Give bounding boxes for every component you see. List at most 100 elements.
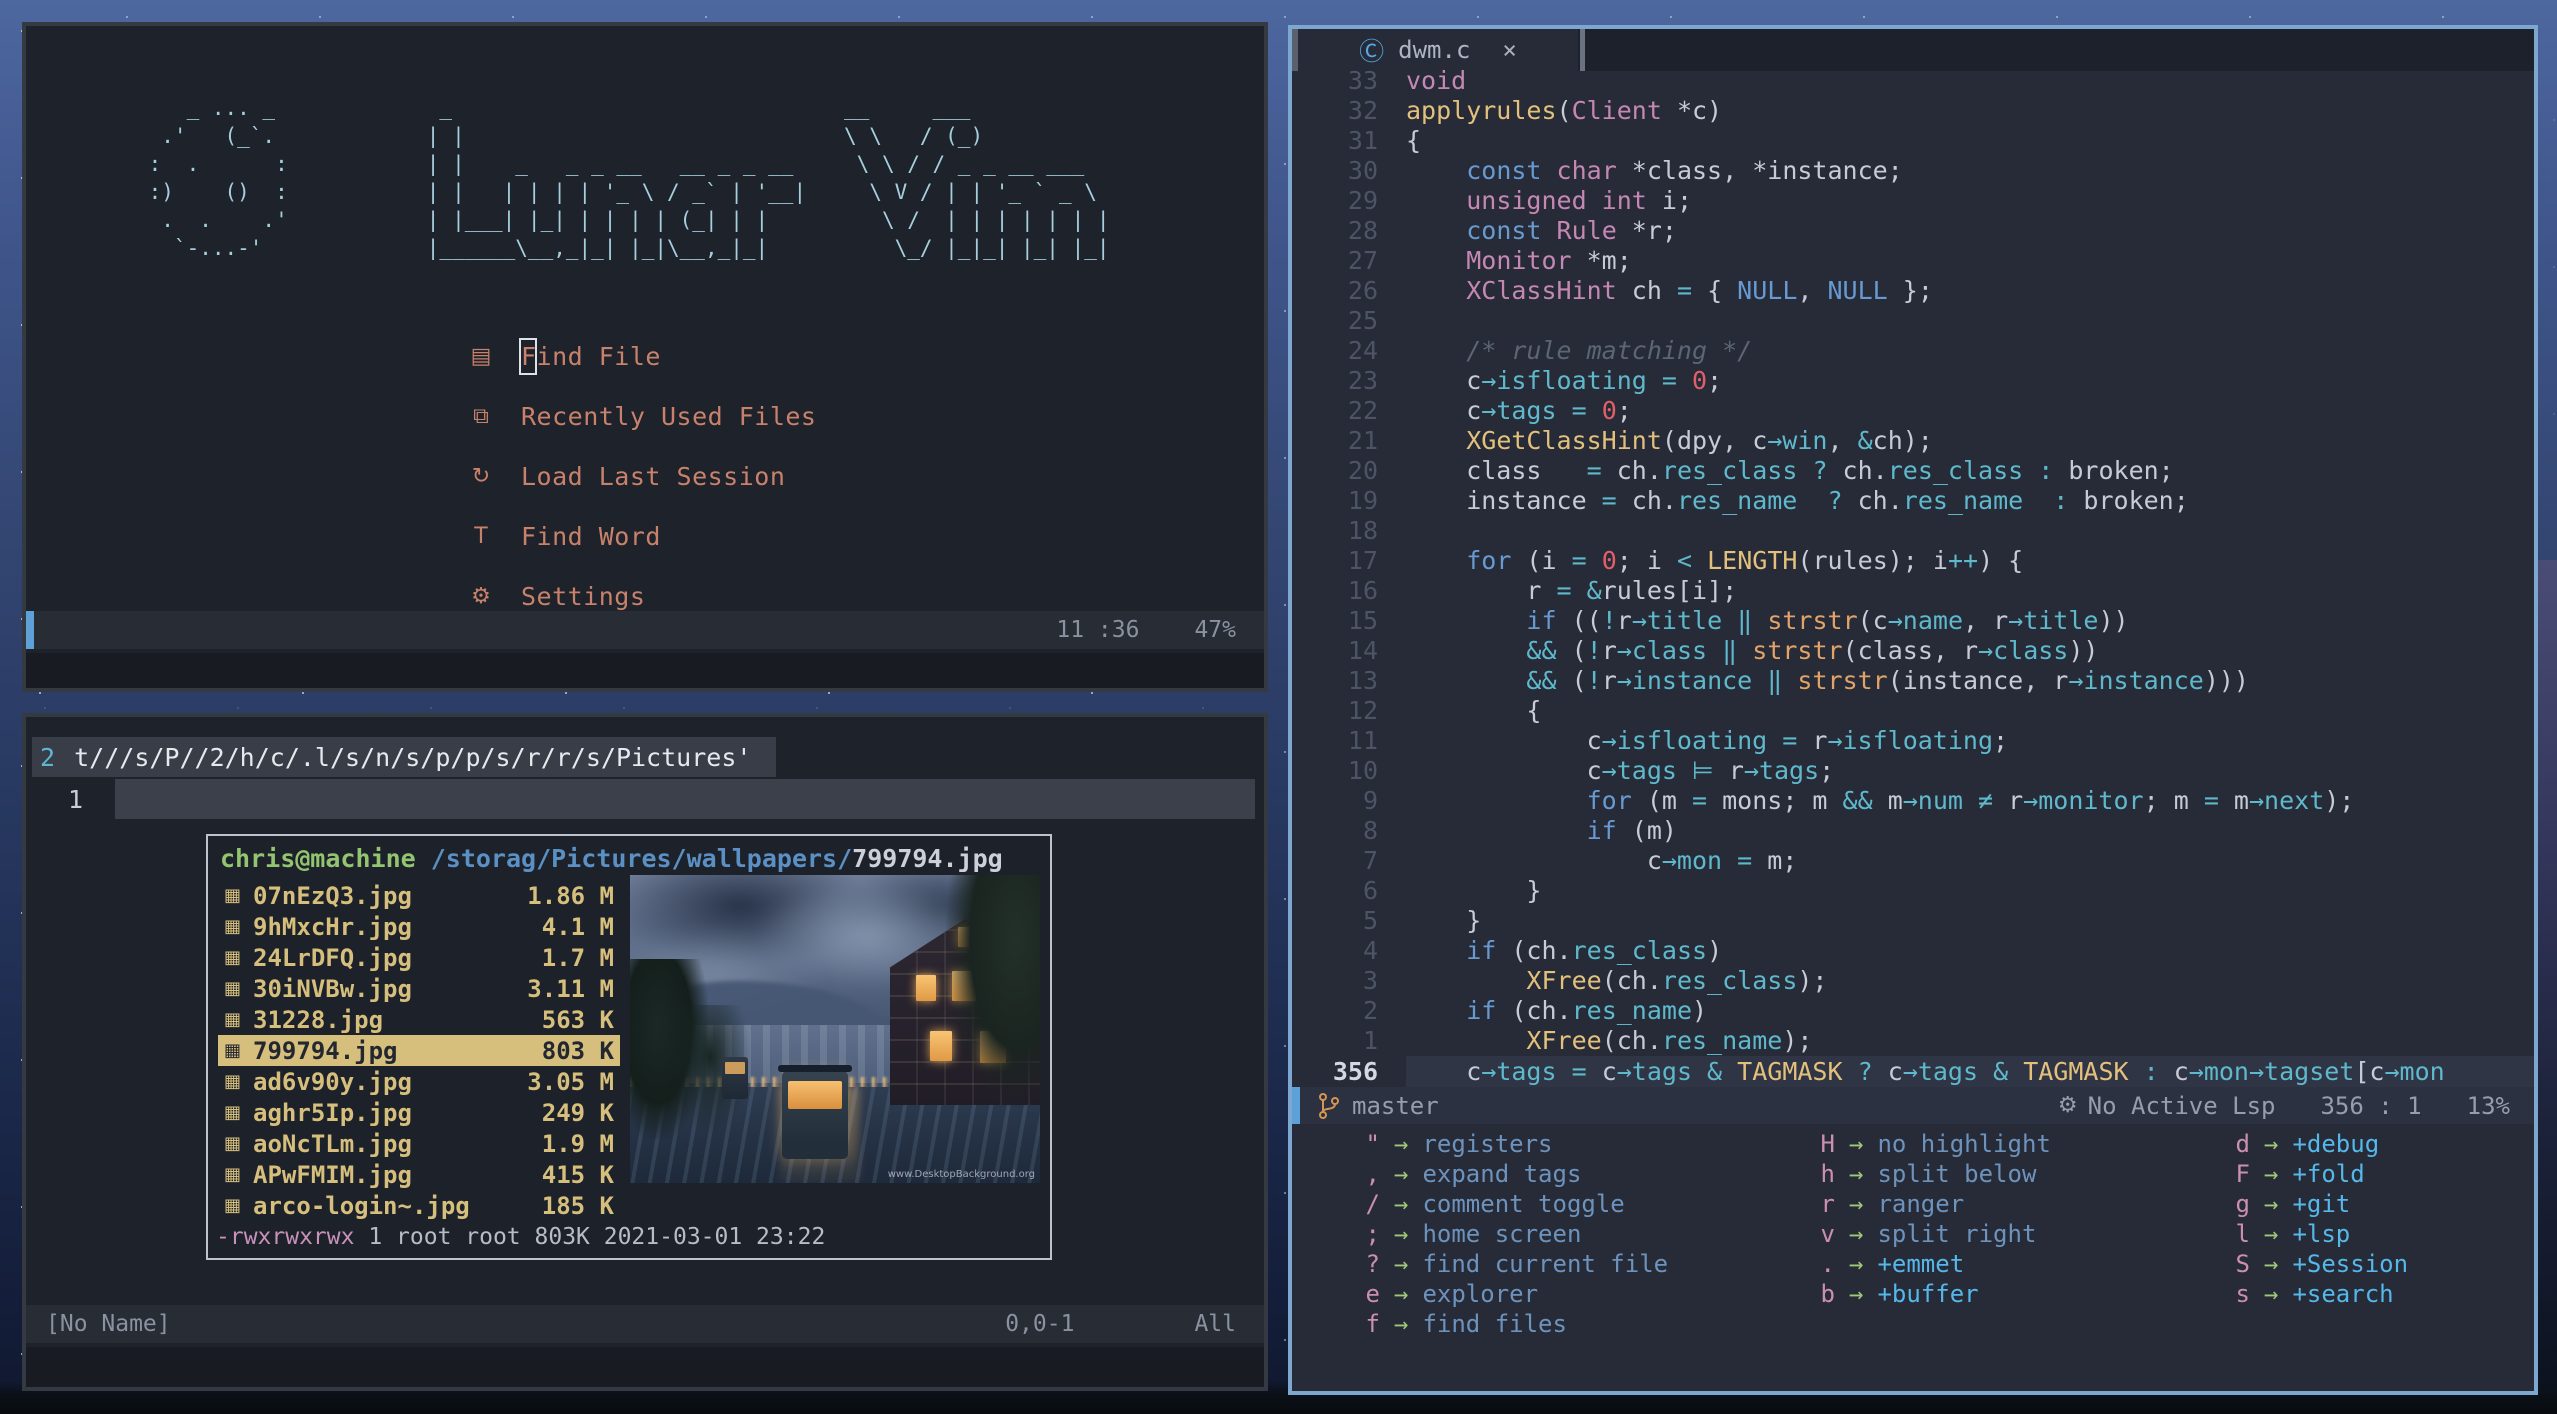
binding-description: +lsp [2292, 1220, 2351, 1248]
code-token: (ch. [1601, 966, 1662, 995]
code-token: ‖ [1767, 666, 1783, 695]
file-list-item[interactable]: ▦ 24LrDFQ.jpg 1.7 M [218, 942, 620, 973]
dashboard-menu-item[interactable]: ↻ Load Last Session [466, 446, 816, 506]
code-line: 2 if (ch.res_name) [1292, 996, 2534, 1026]
code-token: c [1872, 1057, 1903, 1086]
code-token: ‖ [1722, 636, 1738, 665]
code-token: c [1406, 1057, 1482, 1086]
file-list-item[interactable]: ▦ ad6v90y.jpg 3.05 M [218, 1066, 620, 1097]
code-token: r [1616, 606, 1632, 635]
code-text: void [1406, 66, 1466, 96]
statusline-accent-bar [1292, 1087, 1300, 1124]
file-list-item[interactable]: ▦ aghr5Ip.jpg 249 K [218, 1097, 620, 1128]
code-token: c [1406, 366, 1482, 395]
binding-description: +buffer [1877, 1280, 1979, 1308]
image-file-icon: ▦ [224, 1195, 242, 1216]
code-text: unsigned int i; [1406, 186, 1692, 216]
code-token: res_name [1676, 486, 1798, 515]
which-key-binding: l → +lsp [2162, 1219, 2408, 1249]
buffer-winbar: 2 t///s/P//2/h/c/.l/s/n/s/p/p/s/r/r/s/Pi… [32, 737, 776, 777]
code-token: c [1601, 1057, 1617, 1086]
code-token: (i [1511, 546, 1572, 575]
code-token: = [1692, 786, 1708, 815]
key-label: F [2235, 1160, 2250, 1188]
code-token: (( [1556, 606, 1602, 635]
directory-path: /storag/Pictures/wallpapers/ [415, 844, 853, 873]
code-line: 22 c→tags = 0; [1292, 396, 2534, 426]
file-list-item[interactable]: ▦ 07nEzQ3.jpg 1.86 M [218, 880, 620, 911]
code-text: c→tags = c→tags & TAGMASK ? c→tags & TAG… [1406, 1056, 2534, 1087]
arrow-icon: → [2264, 1250, 2279, 1278]
file-name: 07nEzQ3.jpg [253, 881, 412, 910]
line-number: 30 [1347, 156, 1378, 185]
key-label: g [2235, 1190, 2250, 1218]
binding-description: +search [2292, 1280, 2394, 1308]
code-token: m; [1767, 846, 1798, 875]
line-number: 13 [1347, 666, 1378, 695]
code-token: const [1466, 156, 1542, 185]
code-token: →mon [2384, 1057, 2445, 1086]
key-label: h [1820, 1160, 1835, 1188]
file-list-item[interactable]: ▦ arco-login~.jpg 185 K [218, 1190, 620, 1221]
line-number: 32 [1347, 96, 1378, 125]
code-token: ) { [1978, 546, 2024, 575]
key-label: ? [1365, 1250, 1380, 1278]
file-list-item[interactable]: ▦ 30iNVBw.jpg 3.11 M [218, 973, 620, 1004]
code-token: (ch. [1496, 936, 1572, 965]
file-list-item[interactable]: ▦ aoNcTLm.jpg 1.9 M [218, 1128, 620, 1159]
code-token: if [1466, 936, 1497, 965]
code-token: (m) [1616, 816, 1677, 845]
code-token: { [1406, 696, 1542, 725]
code-token: c [1406, 846, 1662, 875]
scroll-position: All [1194, 1311, 1236, 1337]
file-size: 415 K [541, 1160, 614, 1189]
file-list-item[interactable]: ▦ 31228.jpg 563 K [218, 1004, 620, 1035]
lsp-gear-icon: ⚙ [2057, 1093, 2078, 1118]
current-line-number: 356 [1332, 1057, 1378, 1086]
line-number: 9 [1362, 786, 1378, 815]
wallpaper-mountain [2536, 560, 2557, 1390]
line-number: 15 [1347, 606, 1378, 635]
dashboard-menu-item[interactable]: ⧉ Recently Used Files [466, 386, 816, 446]
line-number: 12 [1347, 696, 1378, 725]
file-name: ad6v90y.jpg [253, 1067, 412, 1096]
code-token: →instance [1616, 666, 1753, 695]
code-line: 32 applyrules(Client *c) [1292, 96, 2534, 126]
close-tab-icon[interactable]: × [1502, 36, 1516, 64]
preview-distant-tram [722, 1057, 748, 1099]
code-text: /* rule matching */ [1406, 336, 1752, 366]
code-line: 21 XGetClassHint(dpy, c→win, &ch); [1292, 426, 2534, 456]
code-token: r [1812, 726, 1828, 755]
code-token: ! [1586, 636, 1602, 665]
code-token: for [1466, 546, 1512, 575]
which-key-binding: / → comment toggle [1292, 1189, 1668, 1219]
code-line: 9 for (m = mons; m && m→num ≠ r→monitor;… [1292, 786, 2534, 816]
statusline-position: 11 :36 [1056, 617, 1140, 643]
file-list-item[interactable]: ▦ APwFMIM.jpg 415 K [218, 1159, 620, 1190]
code-token: →isfloating = [1481, 366, 1692, 395]
code-token: (m [1631, 786, 1692, 815]
code-token: →mon = [1661, 846, 1768, 875]
code-token: (ch. [1496, 996, 1572, 1025]
arrow-icon: → [1394, 1250, 1409, 1278]
file-list-item[interactable]: ▦ 9hMxcHr.jpg 4.1 M [218, 911, 620, 942]
code-token: } [1406, 876, 1542, 905]
file-list-item[interactable]: ▦ 799794.jpg 803 K [218, 1035, 620, 1066]
code-token: res_class [1661, 456, 1798, 485]
code-line: 31 { [1292, 126, 2534, 156]
code-token: ; [1819, 756, 1835, 785]
code-token: : [2053, 486, 2069, 515]
binding-description: +debug [2292, 1130, 2380, 1158]
tab-dwm-c[interactable]: Ⓒ dwm.c × [1298, 29, 1578, 71]
scroll-percent: 13% [2466, 1091, 2510, 1120]
code-token: Client [1571, 96, 1662, 125]
dashboard-menu-item[interactable]: T Find Word [466, 506, 816, 566]
code-line: 15 if ((!r→title ‖ strstr(c→name, r→titl… [1292, 606, 2534, 636]
code-token: && [1526, 636, 1557, 665]
file-size: 185 K [541, 1191, 614, 1220]
key-label: b [1820, 1280, 1835, 1308]
code-token: Rule [1541, 216, 1617, 245]
